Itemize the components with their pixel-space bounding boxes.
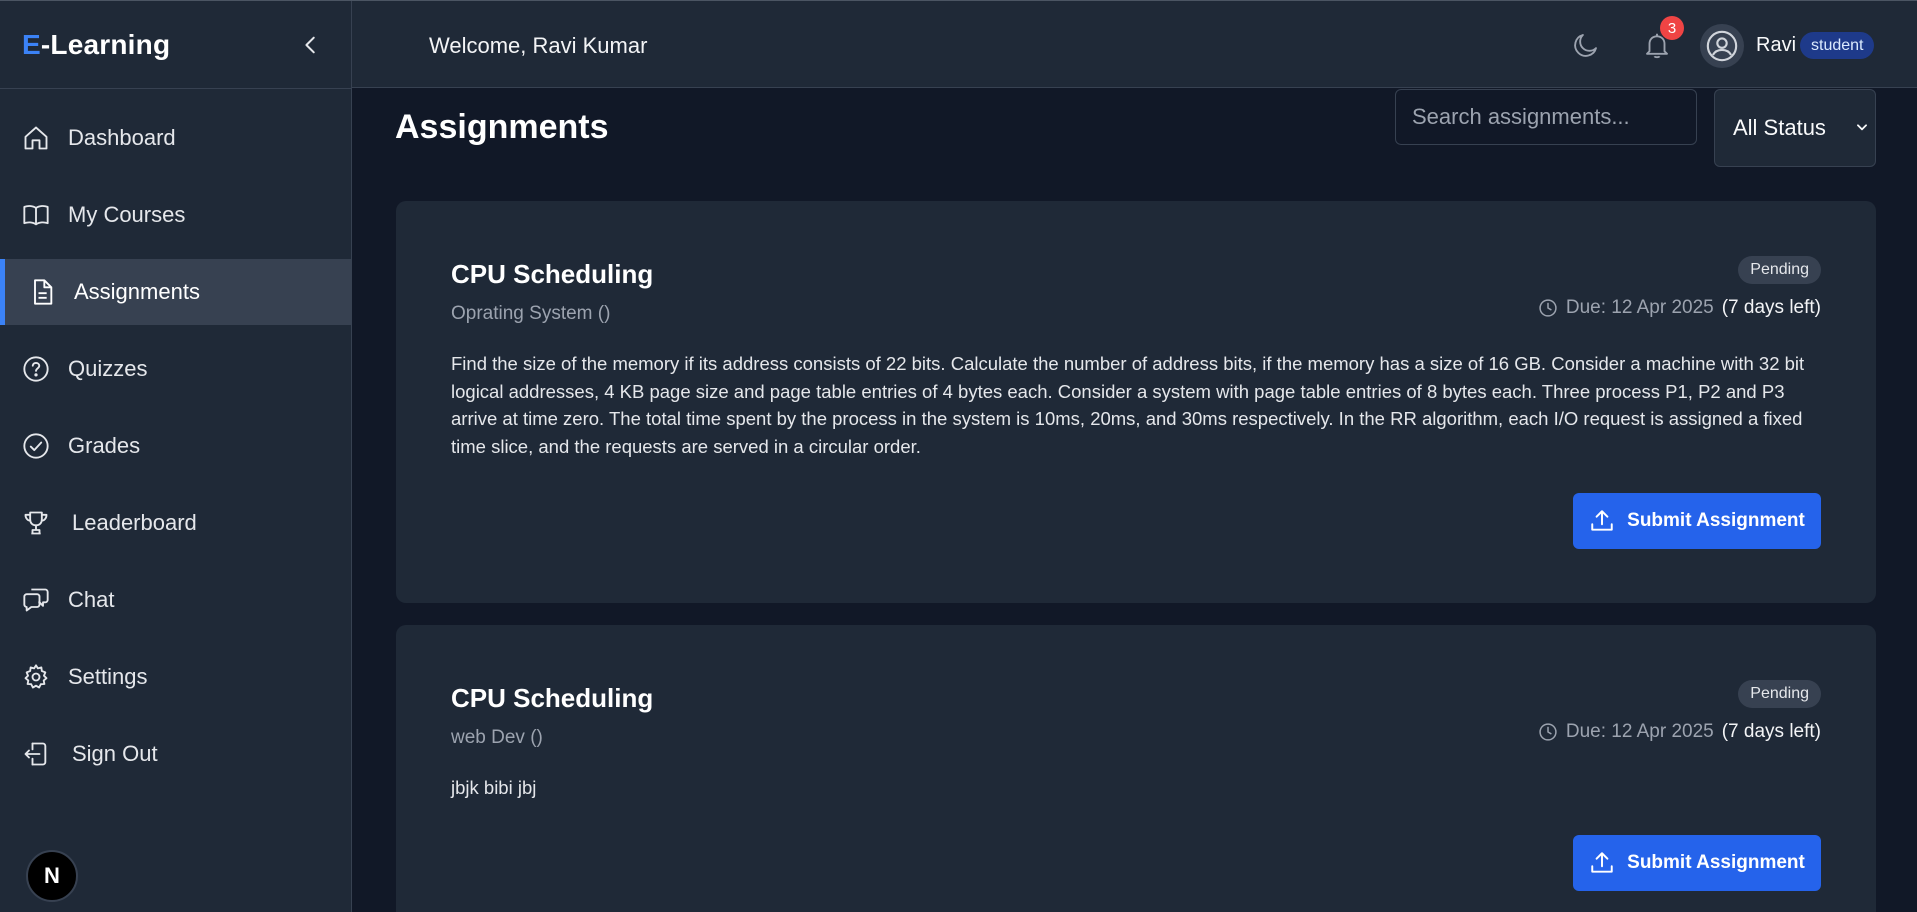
status-filter-select[interactable]: All Status — [1714, 89, 1876, 167]
sidebar-item-label: Settings — [68, 664, 148, 689]
trophy-icon — [24, 511, 48, 535]
page-title: Assignments — [395, 108, 609, 146]
sidebar-item-settings[interactable]: Settings — [0, 644, 351, 710]
sidebar-item-sign-out[interactable]: Sign Out — [0, 721, 351, 787]
sidebar-item-label: Quizzes — [68, 356, 148, 381]
assignment-title: CPU Scheduling — [451, 259, 654, 289]
due-date-text: Due: 12 Apr 2025 — [1565, 297, 1714, 318]
days-left: (7 days left) — [1721, 297, 1821, 318]
submit-assignment-button[interactable]: Submit Assignment — [1573, 835, 1821, 891]
logo-accent: E — [22, 28, 41, 60]
sidebar: E-Learning Dashboard My Courses Assignme… — [0, 1, 352, 912]
app-logo[interactable]: E-Learning — [22, 29, 170, 61]
sidebar-item-label: Grades — [68, 433, 141, 458]
submit-button-label: Submit Assignment — [1627, 510, 1805, 531]
top-header: Welcome, Ravi Kumar 3 Ravi student — [352, 1, 1917, 88]
check-circle-icon — [23, 433, 49, 459]
chevron-down-icon — [1857, 124, 1867, 131]
due-date-text: Due: 12 Apr 2025 — [1565, 721, 1714, 742]
sidebar-item-grades[interactable]: Grades — [0, 413, 351, 479]
due-date: Due: 12 Apr 2025 (7 days left) — [1538, 297, 1821, 319]
submit-button-label: Submit Assignment — [1627, 852, 1805, 873]
sidebar-item-assignments[interactable]: Assignments — [0, 259, 351, 325]
upload-icon — [1591, 852, 1613, 873]
collapse-sidebar-button[interactable] — [293, 27, 329, 63]
sidebar-item-chat[interactable]: Chat — [0, 567, 351, 633]
search-input[interactable] — [1395, 89, 1697, 145]
user-name[interactable]: Ravi — [1756, 34, 1796, 57]
days-left: (7 days left) — [1721, 721, 1821, 742]
sidebar-item-leaderboard[interactable]: Leaderboard — [0, 490, 351, 556]
sidebar-item-label: Leaderboard — [72, 510, 197, 535]
framework-badge[interactable]: N — [26, 850, 78, 902]
assignment-course: web Dev () — [451, 727, 543, 748]
theme-toggle-button[interactable] — [1566, 25, 1606, 65]
status-filter-value: All Status — [1733, 115, 1826, 140]
assignment-card: CPU Scheduling web Dev () Pending Due: 1… — [396, 625, 1876, 912]
sidebar-item-label: Dashboard — [68, 125, 176, 150]
sidebar-item-quizzes[interactable]: Quizzes — [0, 336, 351, 402]
chevron-left-icon — [305, 36, 315, 53]
sidebar-item-my-courses[interactable]: My Courses — [0, 182, 351, 248]
assignment-course: Oprating System () — [451, 303, 611, 324]
assignment-title: CPU Scheduling — [451, 683, 654, 713]
user-circle-icon — [1706, 30, 1738, 62]
sidebar-item-label: Chat — [68, 587, 115, 612]
status-badge: Pending — [1738, 680, 1821, 708]
moon-icon — [1574, 34, 1597, 57]
chat-icon — [23, 588, 49, 612]
submit-assignment-button[interactable]: Submit Assignment — [1573, 493, 1821, 549]
notification-count-badge: 3 — [1660, 16, 1684, 40]
question-icon — [23, 356, 49, 382]
avatar[interactable] — [1700, 24, 1744, 68]
brand-bar: E-Learning — [0, 1, 351, 89]
gear-icon — [24, 664, 48, 689]
logo-text: -Learning — [40, 28, 171, 60]
sidebar-item-label: Sign Out — [72, 741, 158, 766]
clock-icon — [1539, 723, 1557, 741]
sidebar-item-label: Assignments — [74, 279, 200, 304]
role-badge: student — [1800, 32, 1875, 59]
sidebar-nav: Dashboard My Courses Assignments Quizzes… — [0, 89, 351, 787]
sign-out-icon — [24, 742, 47, 766]
due-date: Due: 12 Apr 2025 (7 days left) — [1538, 721, 1821, 743]
sidebar-item-label: My Courses — [68, 202, 186, 227]
welcome-text: Welcome, Ravi Kumar — [429, 33, 648, 58]
clock-icon — [1539, 299, 1557, 317]
assignment-card: CPU Scheduling Oprating System () Pendin… — [396, 201, 1876, 603]
assignment-description: jbjk bibi jbj — [451, 777, 537, 798]
home-icon — [24, 126, 48, 150]
book-icon — [23, 205, 49, 226]
sidebar-item-dashboard[interactable]: Dashboard — [0, 105, 351, 171]
assignment-description: Find the size of the memory if its addre… — [451, 353, 1805, 457]
document-icon — [34, 279, 53, 305]
status-badge: Pending — [1738, 256, 1821, 284]
upload-icon — [1591, 510, 1613, 531]
